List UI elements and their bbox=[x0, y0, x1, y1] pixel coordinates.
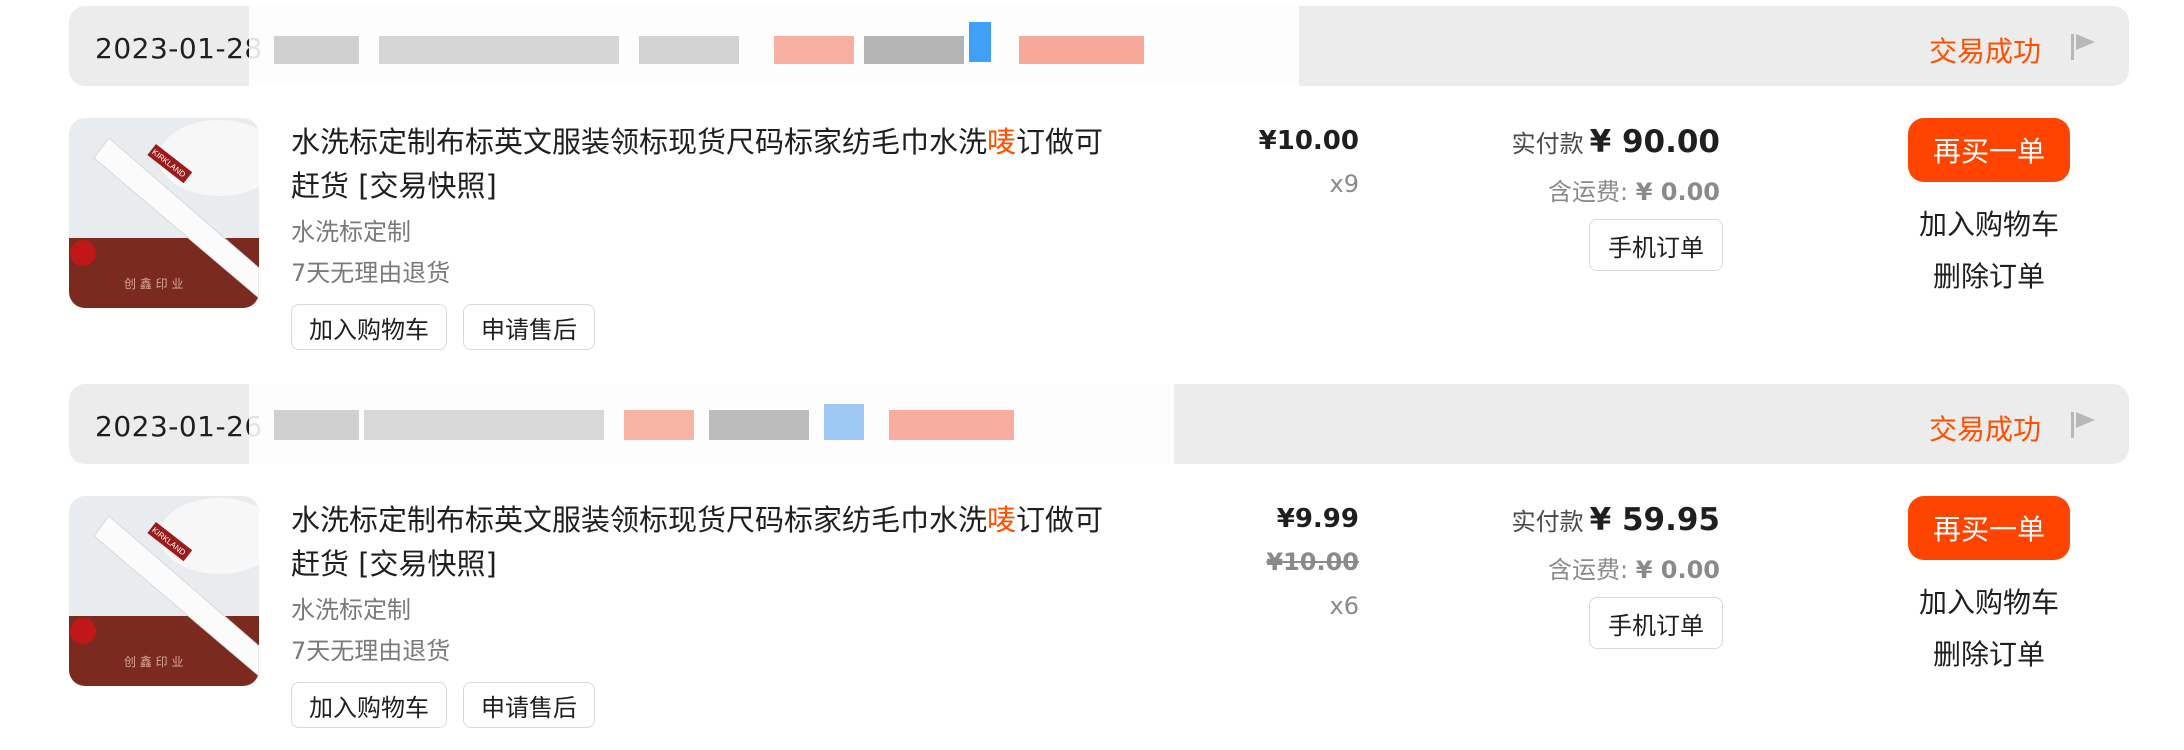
product-title[interactable]: 水洗标定制布标英文服装领标现货尺码标家纺毛巾水洗唛订做可赶货 [交易快照] bbox=[291, 120, 1121, 208]
shipping-fee: 含运费: ¥ 0.00 bbox=[1547, 178, 1720, 206]
shipping-fee: 含运费: ¥ 0.00 bbox=[1547, 556, 1720, 584]
order-status: 交易成功 bbox=[1928, 413, 2041, 446]
mobile-order-button[interactable]: 手机订单 bbox=[1589, 597, 1723, 649]
original-price: ¥10.00 bbox=[1266, 548, 1359, 576]
add-to-cart-link[interactable]: 加入购物车 bbox=[1908, 581, 2070, 621]
unit-price: ¥10.00 bbox=[1258, 126, 1359, 156]
add-to-cart-button[interactable]: 加入购物车 bbox=[291, 304, 447, 350]
redacted-shop-info bbox=[249, 378, 1174, 482]
add-to-cart-link[interactable]: 加入购物车 bbox=[1908, 203, 2070, 243]
svg-text:创 鑫 印 业: 创 鑫 印 业 bbox=[124, 276, 183, 291]
buy-again-button[interactable]: 再买一单 bbox=[1908, 118, 2070, 182]
return-policy: 7天无理由退货 bbox=[291, 637, 451, 665]
order-date: 2023-01-28 bbox=[95, 32, 263, 65]
mobile-order-button[interactable]: 手机订单 bbox=[1589, 219, 1723, 271]
order-card: 2023-01-26 交易成功 KIRKLAND 创 鑫 印 业 水洗标定制布标… bbox=[0, 378, 2184, 750]
product-thumbnail[interactable]: KIRKLAND 创 鑫 印 业 bbox=[69, 118, 259, 308]
delete-order-link[interactable]: 删除订单 bbox=[1908, 255, 2070, 295]
paid-amount: 实付款 ¥ 90.00 bbox=[1511, 124, 1720, 160]
order-status: 交易成功 bbox=[1928, 35, 2041, 68]
quantity: x9 bbox=[1329, 170, 1359, 198]
order-header: 2023-01-26 交易成功 bbox=[69, 378, 2129, 474]
quantity: x6 bbox=[1329, 592, 1359, 620]
product-title[interactable]: 水洗标定制布标英文服装领标现货尺码标家纺毛巾水洗唛订做可赶货 [交易快照] bbox=[291, 498, 1121, 586]
flag-icon[interactable] bbox=[2069, 408, 2099, 440]
product-sku: 水洗标定制 bbox=[291, 218, 411, 246]
flag-icon[interactable] bbox=[2069, 30, 2099, 62]
product-sku: 水洗标定制 bbox=[291, 596, 411, 624]
after-sales-button[interactable]: 申请售后 bbox=[463, 304, 595, 350]
svg-text:创 鑫 印 业: 创 鑫 印 业 bbox=[124, 654, 183, 669]
product-thumbnail[interactable]: KIRKLAND 创 鑫 印 业 bbox=[69, 496, 259, 686]
buy-again-button[interactable]: 再买一单 bbox=[1908, 496, 2070, 560]
after-sales-button[interactable]: 申请售后 bbox=[463, 682, 595, 728]
delete-order-link[interactable]: 删除订单 bbox=[1908, 633, 2070, 673]
order-card: 2023-01-28 交易成功 KIRKLAND 创 鑫 印 业 水洗标定制布标… bbox=[0, 0, 2184, 372]
add-to-cart-button[interactable]: 加入购物车 bbox=[291, 682, 447, 728]
order-date: 2023-01-26 bbox=[95, 410, 263, 443]
paid-amount: 实付款 ¥ 59.95 bbox=[1511, 502, 1720, 538]
order-header: 2023-01-28 交易成功 bbox=[69, 0, 2129, 104]
return-policy: 7天无理由退货 bbox=[291, 259, 451, 287]
unit-price: ¥9.99 bbox=[1276, 504, 1359, 534]
redacted-shop-info bbox=[249, 0, 1299, 104]
